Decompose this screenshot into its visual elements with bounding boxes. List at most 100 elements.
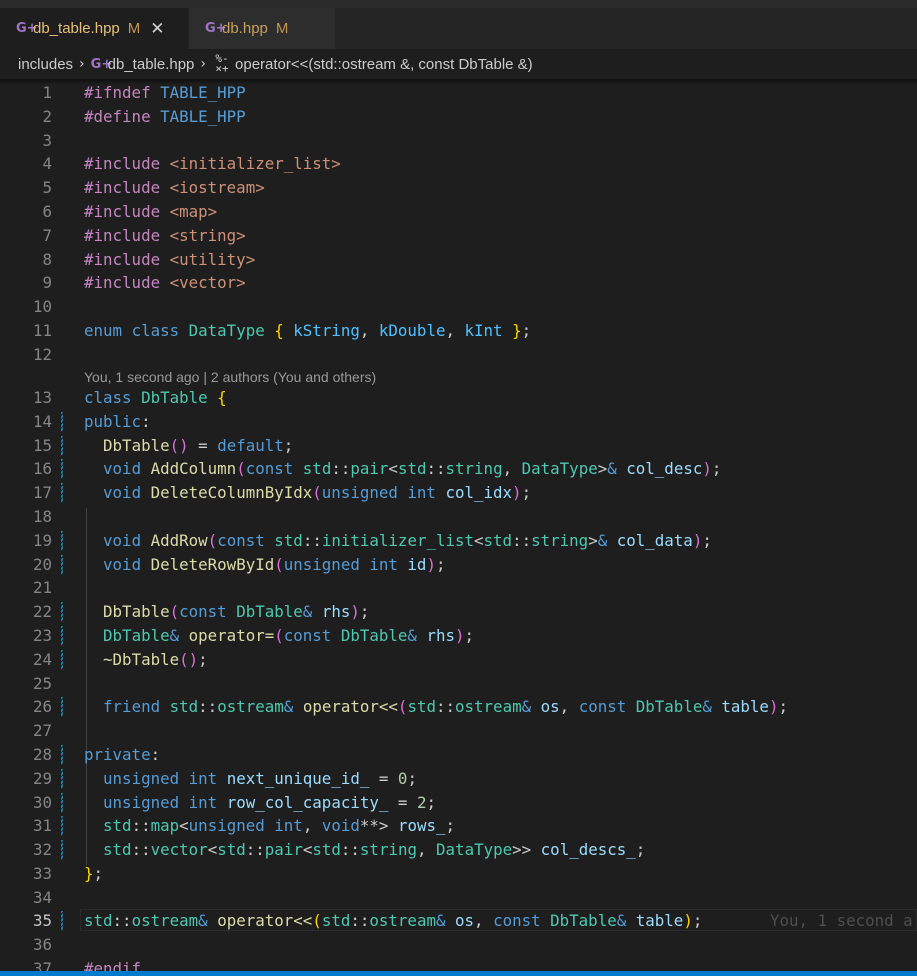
line-number: 5 [42,178,52,197]
code-line: 32 std::vector<std::pair<std::string, Da… [0,838,917,862]
operator-symbol-icon: %- ×+ [215,52,229,75]
line-number: 9 [42,273,52,292]
code-line: 8 #include <utility> [0,248,917,272]
code-line: 19 void AddRow(const std::initializer_li… [0,529,917,553]
cpp-file-icon: G+ [90,56,113,72]
git-modified-indicator[interactable] [61,531,63,551]
line-number: 37 [32,959,52,971]
code-line: 26 friend std::ostream& operator<<(std::… [0,695,917,719]
code-line: 10 [0,295,917,319]
breadcrumb-folder[interactable]: includes [18,56,73,73]
chevron-right-icon: › [200,56,207,72]
line-number: 24 [32,650,52,669]
line-number: 20 [32,555,52,574]
current-code-line: 35 std::ostream& operator<<(std::ostream&… [0,909,917,933]
line-number: 11 [32,321,52,340]
code-line: 22 DbTable(const DbTable& rhs); [0,600,917,624]
git-modified-indicator[interactable] [61,697,63,717]
code-line: 13 class DbTable { [0,386,917,410]
code-line: 12 [0,343,917,367]
code-line: 9 #include <vector> [0,271,917,295]
code-line: 15 DbTable() = default; [0,434,917,458]
line-number: 12 [32,345,52,364]
git-modified-indicator[interactable] [61,745,63,765]
code-line: 36 [0,933,917,957]
line-number: 22 [32,602,52,621]
line-number: 2 [42,107,52,126]
line-number: 26 [32,697,52,716]
git-modified-indicator[interactable] [61,412,63,432]
line-number: 23 [32,626,52,645]
git-modified-indicator[interactable] [61,483,63,503]
inline-blame: You, 1 second a [770,911,913,930]
breadcrumb-file[interactable]: db_table.hpp [108,56,195,73]
line-number: 14 [32,412,52,431]
code-line: 23 DbTable& operator=(const DbTable& rhs… [0,624,917,648]
code-line: 29 unsigned int next_unique_id_ = 0; [0,767,917,791]
code-line: 5 #include <iostream> [0,176,917,200]
close-icon[interactable]: ✕ [150,19,164,39]
code-line: 16 void AddColumn(const std::pair<std::s… [0,457,917,481]
line-number: 25 [32,674,52,693]
breadcrumb-symbol[interactable]: operator<<(std::ostream &, const DbTable… [235,56,533,73]
git-modified-indicator[interactable] [61,793,63,813]
line-number: 8 [42,250,52,269]
tab-label: db.hpp [222,20,268,37]
code-line: 3 [0,129,917,153]
code-line: 14 public: [0,410,917,434]
code-line: 20 void DeleteRowById(unsigned int id); [0,553,917,577]
git-modified-indicator[interactable] [61,436,63,456]
breadcrumb: includes › G+ db_table.hpp › %- ×+ operat… [0,49,917,79]
tab-label: db_table.hpp [33,20,120,37]
line-number: 28 [32,745,52,764]
tab-db-table-hpp[interactable]: G+ db_table.hpp M ✕ [0,8,188,49]
line-number: 34 [32,888,52,907]
line-number: 30 [32,793,52,812]
line-number: 10 [32,297,52,316]
code-line: 6 #include <map> [0,200,917,224]
modified-badge: M [275,20,289,37]
code-line: 28 private: [0,743,917,767]
code-line: 37 #endif [0,957,917,971]
tab-db-hpp[interactable]: G+ db.hpp M [189,8,335,49]
code-line: 7 #include <string> [0,224,917,248]
line-number: 15 [32,436,52,455]
code-line: 30 unsigned int row_col_capacity_ = 2; [0,791,917,815]
line-number: 32 [32,840,52,859]
line-number: 18 [32,507,52,526]
code-line: 4 #include <initializer_list> [0,152,917,176]
editor-tab-bar: G+ db_table.hpp M ✕ G+ db.hpp M [0,8,917,49]
code-line: 33}; [0,862,917,886]
chevron-right-icon: › [79,56,85,72]
git-modified-indicator[interactable] [61,769,63,789]
git-modified-indicator[interactable] [61,650,63,670]
git-modified-indicator[interactable] [61,816,63,836]
git-modified-indicator[interactable] [61,840,63,860]
line-number: 19 [32,531,52,550]
line-number: 29 [32,769,52,788]
git-modified-indicator[interactable] [61,459,63,479]
git-modified-indicator[interactable] [61,555,63,575]
code-line: 18 [0,505,917,529]
code-line: 21 [0,576,917,600]
line-number: 7 [42,226,52,245]
code-line: 25 [0,672,917,696]
modified-badge: M [127,20,141,37]
window-top-strip [0,0,917,8]
line-number: 31 [32,816,52,835]
cpp-file-icon: G+ [16,21,38,36]
status-bar [0,971,917,976]
code-line: 1 #ifndef TABLE_HPP [0,81,917,105]
git-modified-indicator[interactable] [61,626,63,646]
line-number: 13 [32,388,52,407]
code-line: 31 std::map<unsigned int, void**> rows_; [0,814,917,838]
cpp-file-icon: G+ [205,21,227,36]
git-modified-indicator[interactable] [61,911,63,931]
line-number: 21 [32,578,52,597]
code-line: 17 void DeleteColumnByIdx(unsigned int c… [0,481,917,505]
code-line: 27 [0,719,917,743]
line-number: 1 [42,83,52,102]
code-editor[interactable]: 1 #ifndef TABLE_HPP 2 #define TABLE_HPP 3 … [0,81,917,971]
code-line: 11 enum class DataType { kString, kDouble… [0,319,917,343]
git-modified-indicator[interactable] [61,602,63,622]
